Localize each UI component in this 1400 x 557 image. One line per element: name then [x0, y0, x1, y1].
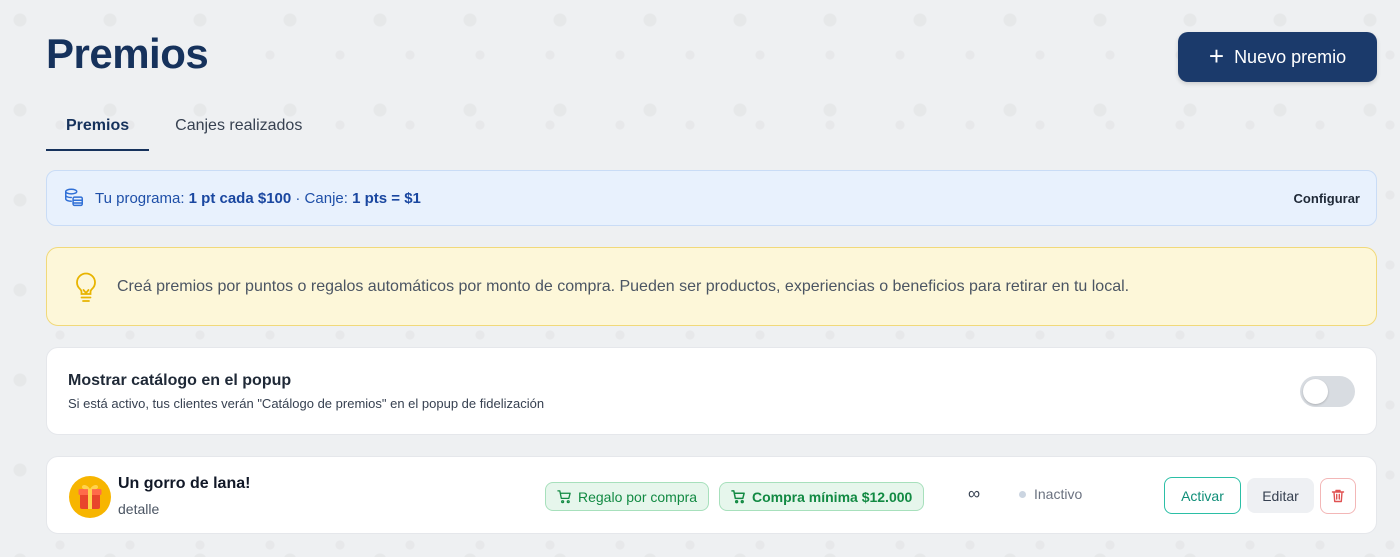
tabs: Premios Canjes realizados	[46, 114, 322, 151]
program-summary-bar: Tu programa: 1 pt cada $100 · Canje: 1 p…	[46, 170, 1377, 226]
cart-icon	[557, 490, 571, 504]
status-dot	[1019, 490, 1026, 498]
status-indicator: Inactivo	[1019, 486, 1082, 502]
page-title: Premios	[46, 30, 209, 77]
trash-icon	[1331, 489, 1345, 503]
program-redeem-rate: 1 pts = $1	[352, 189, 421, 207]
catalog-toggle[interactable]	[1300, 375, 1355, 407]
min-purchase-badge: Compra mínima $12.000	[719, 482, 925, 511]
tab-canjes-realizados[interactable]: Canjes realizados	[149, 114, 322, 151]
cart-icon	[731, 490, 745, 504]
reward-type-label: Regalo por compra	[578, 488, 698, 505]
reward-name: Un gorro de lana!	[118, 475, 251, 492]
tab-premios[interactable]: Premios	[46, 114, 150, 151]
lightbulb-icon	[76, 272, 96, 302]
info-banner: Creá premios por puntos o regalos automá…	[46, 247, 1377, 326]
reward-type-badge: Regalo por compra	[545, 482, 710, 511]
new-reward-button[interactable]: + Nuevo premio	[1178, 32, 1377, 82]
edit-button[interactable]: Editar	[1247, 478, 1314, 513]
gift-avatar-icon	[69, 476, 111, 518]
catalog-description: Si está activo, tus clientes verán "Catá…	[68, 395, 545, 411]
info-text: Creá premios por puntos o regalos automá…	[117, 277, 1130, 295]
reward-row: Un gorro de lana! detalle Regalo por com…	[46, 456, 1377, 534]
catalog-text-group: Mostrar catálogo en el popup Si está act…	[68, 372, 544, 411]
coins-stack-icon	[65, 188, 83, 207]
catalog-setting-card: Mostrar catálogo en el popup Si está act…	[46, 347, 1377, 435]
toggle-knob	[1303, 378, 1328, 404]
plus-icon: +	[1208, 41, 1225, 71]
configure-link[interactable]: Configurar	[1294, 191, 1360, 206]
stock-infinite: ∞	[968, 484, 981, 503]
program-summary-text: Tu programa: 1 pt cada $100 · Canje: 1 p…	[95, 190, 421, 207]
status-label: Inactivo	[1034, 486, 1083, 502]
reward-detail: detalle	[118, 501, 160, 517]
new-reward-button-label: Nuevo premio	[1234, 46, 1347, 67]
min-purchase-label: Compra mínima $12.000	[752, 488, 913, 505]
program-earn-rate: 1 pt cada $100	[188, 189, 292, 207]
program-prefix: Tu programa:	[95, 189, 185, 207]
catalog-title: Mostrar catálogo en el popup	[68, 371, 292, 389]
delete-button[interactable]	[1320, 478, 1356, 514]
activate-button[interactable]: Activar	[1164, 477, 1241, 514]
program-separator: · Canje:	[295, 189, 348, 207]
